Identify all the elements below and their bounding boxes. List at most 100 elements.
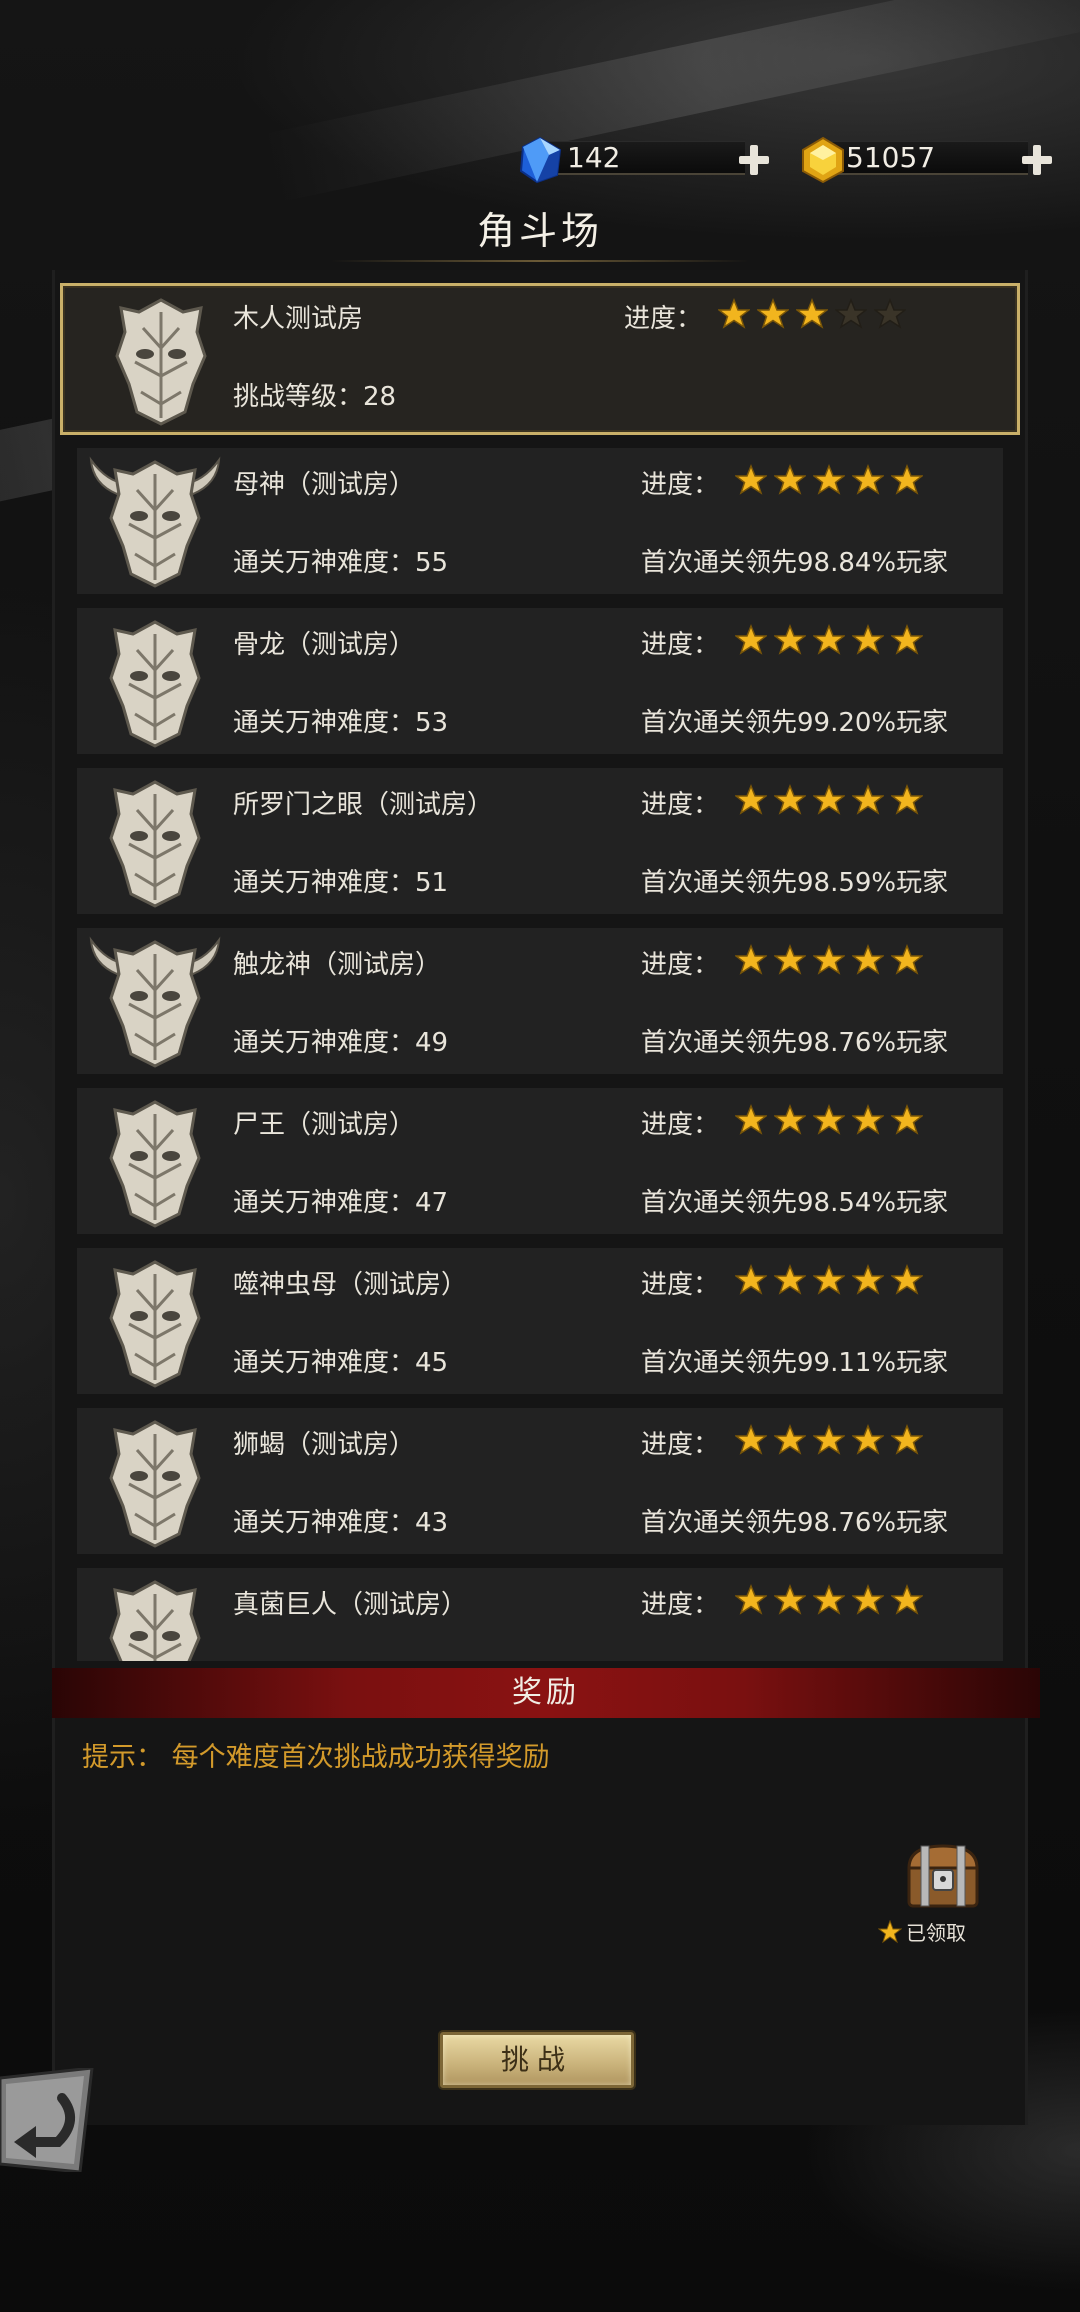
star-filled-icon bbox=[813, 1424, 845, 1455]
stage-row[interactable]: 尸王（测试房） 通关万神难度：47 进度： 首次通关领先98.54%玩家 bbox=[77, 1088, 1003, 1234]
progress-stars bbox=[735, 464, 923, 496]
stage-difficulty: 通关万神难度：53 bbox=[233, 708, 449, 738]
star-filled-icon bbox=[813, 1584, 845, 1615]
stage-name: 所罗门之眼（测试房） bbox=[233, 790, 494, 820]
star-filled-icon bbox=[735, 944, 767, 975]
stage-row[interactable]: 骨龙（测试房） 通关万神难度：53 进度： 首次通关领先99.20%玩家 bbox=[77, 608, 1003, 754]
stage-difficulty: 通关万神难度：47 bbox=[233, 1188, 449, 1218]
mask-icon bbox=[109, 780, 201, 908]
mask-icon bbox=[109, 620, 201, 748]
star-filled-icon bbox=[774, 1584, 806, 1615]
first-clear-rank: 首次通关领先98.59%玩家 bbox=[641, 868, 949, 898]
progress-stars bbox=[735, 1264, 923, 1296]
first-clear-rank: 首次通关领先98.76%玩家 bbox=[641, 1028, 949, 1058]
progress-label: 进度： bbox=[641, 1430, 720, 1460]
blue-crystal-icon bbox=[519, 136, 562, 184]
progress-label: 进度： bbox=[641, 630, 720, 660]
stage-row[interactable]: 噬神虫母（测试房） 通关万神难度：45 进度： 首次通关领先99.11%玩家 bbox=[77, 1248, 1003, 1394]
star-filled-icon bbox=[735, 624, 767, 655]
stage-name: 真菌巨人（测试房） bbox=[233, 1590, 468, 1620]
star-filled-icon bbox=[852, 464, 884, 495]
star-filled-icon bbox=[891, 1424, 923, 1455]
star-filled-icon bbox=[774, 1424, 806, 1455]
progress-stars bbox=[735, 944, 923, 976]
progress-label: 进度： bbox=[641, 790, 720, 820]
star-filled-icon bbox=[735, 1584, 767, 1615]
star-filled-icon bbox=[891, 1584, 923, 1615]
first-clear-rank: 首次通关领先99.20%玩家 bbox=[641, 708, 949, 738]
progress-stars bbox=[735, 784, 923, 816]
stage-difficulty: 挑战等级：28 bbox=[233, 382, 397, 412]
star-empty-icon bbox=[874, 298, 906, 329]
stage-row[interactable]: 触龙神（测试房） 通关万神难度：49 进度： 首次通关领先98.76%玩家 bbox=[77, 928, 1003, 1074]
stage-difficulty: 通关万神难度：45 bbox=[233, 1348, 449, 1378]
gold-crystal-icon bbox=[802, 136, 844, 184]
star-filled-icon bbox=[774, 1264, 806, 1295]
back-arrow-icon[interactable] bbox=[0, 2068, 100, 2172]
star-filled-icon bbox=[813, 1264, 845, 1295]
star-filled-icon bbox=[852, 1264, 884, 1295]
stage-difficulty: 通关万神难度：49 bbox=[233, 1028, 449, 1058]
stage-row-selected[interactable]: 木人测试房 挑战等级：28 进度： bbox=[60, 283, 1020, 435]
star-filled-icon bbox=[813, 624, 845, 655]
stage-difficulty: 通关万神难度：43 bbox=[233, 1508, 449, 1538]
star-filled-icon bbox=[891, 1264, 923, 1295]
star-filled-icon bbox=[852, 1424, 884, 1455]
stage-difficulty: 通关万神难度：51 bbox=[233, 868, 449, 898]
progress-label: 进度： bbox=[641, 1110, 720, 1140]
star-filled-icon bbox=[891, 464, 923, 495]
add-gold-button[interactable] bbox=[1020, 143, 1054, 177]
progress-label: 进度： bbox=[641, 1590, 720, 1620]
stage-list[interactable]: 木人测试房 挑战等级：28 进度： 母神（测试房） 通关万神难度：55 进度： 首次通关领先… bbox=[60, 283, 1020, 1661]
reward-hint: 提示： 每个难度首次挑战成功获得奖励 bbox=[82, 1742, 550, 1773]
stage-row[interactable]: 母神（测试房） 通关万神难度：55 进度： 首次通关领先98.84%玩家 bbox=[77, 448, 1003, 594]
star-filled-icon bbox=[774, 464, 806, 495]
progress-stars bbox=[718, 298, 906, 330]
stage-row[interactable]: 所罗门之眼（测试房） 通关万神难度：51 进度： 首次通关领先98.59%玩家 bbox=[77, 768, 1003, 914]
first-clear-rank: 首次通关领先98.76%玩家 bbox=[641, 1508, 949, 1538]
star-filled-icon bbox=[813, 464, 845, 495]
star-filled-icon bbox=[735, 1424, 767, 1455]
treasure-chest-icon[interactable] bbox=[903, 1840, 983, 1910]
star-filled-icon bbox=[757, 298, 789, 329]
progress-label: 进度： bbox=[641, 950, 720, 980]
stage-name: 木人测试房 bbox=[233, 304, 364, 334]
progress-stars bbox=[735, 1424, 923, 1456]
star-icon bbox=[878, 1919, 902, 1943]
mask-icon bbox=[109, 1420, 201, 1548]
star-filled-icon bbox=[891, 624, 923, 655]
star-filled-icon bbox=[735, 784, 767, 815]
progress-label: 进度： bbox=[641, 470, 720, 500]
reward-claimed-status: 已领取 bbox=[878, 1917, 966, 1946]
star-filled-icon bbox=[852, 784, 884, 815]
challenge-button[interactable]: 挑战 bbox=[440, 2032, 634, 2088]
star-filled-icon bbox=[852, 1584, 884, 1615]
star-empty-icon bbox=[835, 298, 867, 329]
star-filled-icon bbox=[735, 464, 767, 495]
star-filled-icon bbox=[813, 1104, 845, 1135]
star-filled-icon bbox=[891, 1104, 923, 1135]
mask-icon bbox=[109, 1100, 201, 1228]
star-filled-icon bbox=[774, 624, 806, 655]
add-gems-button[interactable] bbox=[737, 143, 771, 177]
mask-icon bbox=[109, 1260, 201, 1388]
claimed-label: 已领取 bbox=[906, 1921, 966, 1945]
progress-stars bbox=[735, 1104, 923, 1136]
star-filled-icon bbox=[718, 298, 750, 329]
first-clear-rank: 首次通关领先99.11%玩家 bbox=[641, 1348, 949, 1378]
star-filled-icon bbox=[774, 784, 806, 815]
progress-stars bbox=[735, 624, 923, 656]
title-divider bbox=[330, 260, 750, 262]
star-filled-icon bbox=[891, 944, 923, 975]
stage-row[interactable]: 狮蝎（测试房） 通关万神难度：43 进度： 首次通关领先98.76%玩家 bbox=[77, 1408, 1003, 1554]
reward-header: 奖励 bbox=[52, 1668, 1040, 1718]
star-filled-icon bbox=[735, 1264, 767, 1295]
stage-name: 狮蝎（测试房） bbox=[233, 1430, 416, 1460]
first-clear-rank: 首次通关领先98.54%玩家 bbox=[641, 1188, 949, 1218]
stage-name: 尸王（测试房） bbox=[233, 1110, 416, 1140]
gem-currency: 142 bbox=[515, 135, 775, 184]
gem-count: 142 bbox=[567, 141, 621, 174]
mask-icon bbox=[109, 1580, 201, 1661]
stage-name: 骨龙（测试房） bbox=[233, 630, 416, 660]
stage-row[interactable]: 真菌巨人（测试房） 进度： bbox=[77, 1568, 1003, 1661]
